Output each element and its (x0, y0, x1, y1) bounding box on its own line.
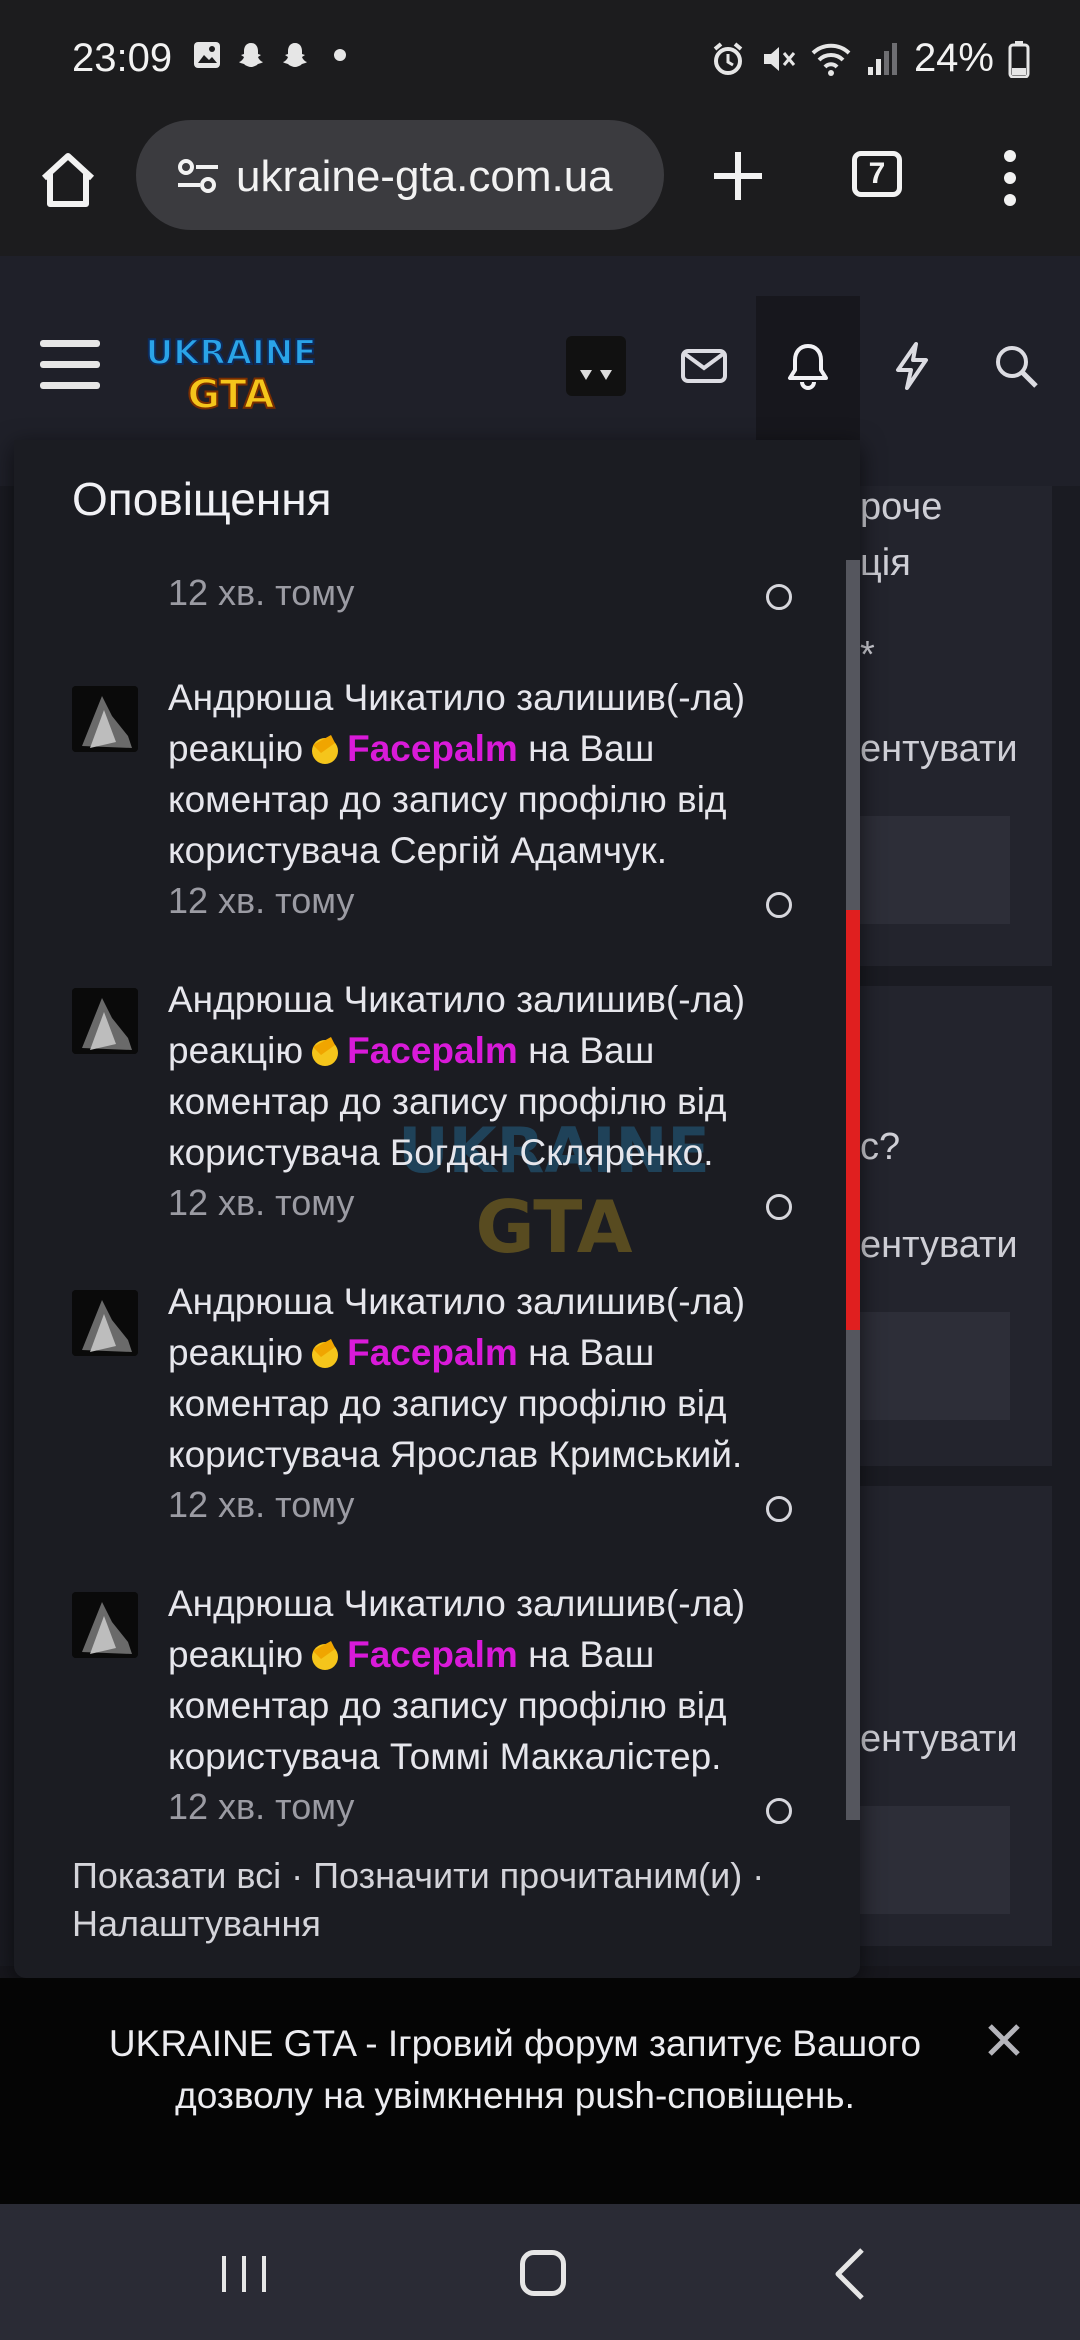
site-settings-icon[interactable] (176, 158, 220, 194)
popup-title: Оповіщення (72, 473, 332, 525)
back-icon[interactable] (830, 2246, 870, 2302)
bg-text: роче (860, 486, 943, 528)
reaction-name: Facepalm (347, 1030, 518, 1071)
user-avatar[interactable] (566, 336, 626, 396)
mute-icon (763, 46, 796, 71)
svg-text:GTA: GTA (187, 372, 274, 416)
mark-all-read-link[interactable]: Позначити прочитаним(и) (313, 1855, 742, 1896)
address-bar[interactable]: ukraine-gta.com.ua (136, 120, 664, 230)
status-icons-right: 24% (710, 36, 1030, 81)
facepalm-emoji-icon (312, 1037, 339, 1066)
reaction-name: Facepalm (347, 1332, 518, 1373)
alarm-icon (713, 41, 743, 75)
new-tab-icon[interactable] (708, 146, 768, 206)
lightning-icon[interactable] (886, 340, 938, 392)
bg-text: ентувати (860, 1718, 1018, 1760)
dot-icon (334, 49, 346, 61)
hamburger-menu-icon[interactable] (40, 340, 100, 392)
avatar-image (72, 988, 138, 1054)
mark-read-circle[interactable] (766, 892, 792, 918)
status-bar: 23:09 24% (0, 0, 1080, 118)
mail-icon[interactable] (678, 340, 730, 392)
notification-avatar[interactable] (72, 1592, 138, 1658)
push-banner-text: UKRAINE GTA - Ігровий форум запитує Вашо… (108, 2023, 922, 2116)
search-icon[interactable] (990, 340, 1042, 392)
bell-icon[interactable] (782, 340, 834, 392)
notification-item[interactable]: Андрюша Чикатило залишив(-ла) реакцію Fac… (14, 672, 860, 972)
nav-home-icon[interactable] (520, 2250, 566, 2296)
tab-switcher-button[interactable]: 7 (852, 151, 902, 197)
notification-time: 12 хв. тому (168, 880, 355, 921)
notification-text: Андрюша Чикатило залишив(-ла) реакцію Fac… (168, 1281, 746, 1475)
mark-read-circle[interactable] (766, 584, 792, 610)
more-menu-icon[interactable] (1000, 148, 1020, 208)
recent-apps-icon[interactable] (218, 2252, 270, 2296)
notification-text: Андрюша Чикатило залишив(-ла) реакцію Fac… (168, 677, 746, 871)
popup-scrollbar[interactable] (846, 560, 860, 1820)
snapchat-icon (239, 43, 263, 67)
facepalm-emoji-icon (312, 735, 339, 764)
close-icon[interactable] (986, 2022, 1022, 2058)
home-icon[interactable] (36, 148, 100, 212)
battery-percent: 24% (913, 36, 994, 80)
bg-text: ентувати (860, 728, 1018, 770)
notification-list[interactable]: 12 хв. тому Андрюша Чикатило залишив(-ла… (14, 560, 860, 1978)
avatar-icon (580, 370, 612, 380)
url-text[interactable]: ukraine-gta.com.ua (236, 152, 646, 202)
status-icons-left (192, 40, 346, 70)
bg-text: ція (860, 542, 911, 584)
avatar-image (72, 1290, 138, 1356)
status-time: 23:09 (72, 36, 173, 80)
show-all-link[interactable]: Показати всі (72, 1855, 281, 1896)
snapchat-icon (283, 43, 307, 67)
svg-text:UKRAINE: UKRAINE (146, 333, 316, 373)
scrollbar-thumb[interactable] (846, 910, 860, 1330)
reaction-name: Facepalm (347, 1634, 518, 1675)
notification-actor[interactable]: Андрюша Чикатило (168, 979, 506, 1020)
browser-toolbar: ukraine-gta.com.ua 7 (0, 118, 1080, 256)
notification-actor[interactable]: Андрюша Чикатило (168, 1583, 506, 1624)
bg-comment-input[interactable] (860, 1806, 1010, 1914)
notification-text: Андрюша Чикатило залишив(-ла) реакцію Fac… (168, 1583, 746, 1777)
reaction-name: Facepalm (347, 728, 518, 769)
notification-time: 12 хв. тому (168, 1786, 355, 1827)
notification-actor[interactable]: Андрюша Чикатило (168, 677, 506, 718)
bg-comment-input[interactable] (860, 1312, 1010, 1420)
mark-read-circle[interactable] (766, 1798, 792, 1824)
wifi-icon (811, 43, 851, 76)
notification-time: 12 хв. тому (168, 1484, 355, 1525)
push-permission-banner: UKRAINE GTA - Ігровий форум запитує Вашо… (0, 1978, 1080, 2204)
battery-icon (1008, 40, 1030, 78)
notification-text: Андрюша Чикатило залишив(-ла) реакцію Fac… (168, 979, 746, 1173)
notification-avatar[interactable] (72, 988, 138, 1054)
notification-time: 12 хв. тому (168, 1182, 355, 1223)
bg-text: * (860, 634, 875, 676)
facepalm-emoji-icon (312, 1339, 339, 1368)
notification-actor[interactable]: Андрюша Чикатило (168, 1281, 506, 1322)
signal-icon (867, 42, 897, 75)
settings-link[interactable]: Налаштування (72, 1903, 321, 1944)
avatar-image (72, 686, 138, 752)
bg-comment-input[interactable] (860, 816, 1010, 924)
mark-read-circle[interactable] (766, 1496, 792, 1522)
site-logo[interactable]: UKRAINE GTA (146, 324, 316, 416)
facepalm-emoji-icon (312, 1641, 339, 1670)
notification-avatar[interactable] (72, 1290, 138, 1356)
notification-time: 12 хв. тому (168, 572, 355, 613)
notification-item[interactable]: Андрюша Чикатило залишив(-ла) реакцію Fac… (14, 1578, 860, 1878)
bg-text: ентувати (860, 1224, 1018, 1266)
gallery-icon (194, 42, 220, 68)
avatar-image (72, 1592, 138, 1658)
notifications-popup: Оповіщення UKRAINE GTA 12 хв. тому Андрю… (14, 440, 860, 1978)
notification-avatar[interactable] (72, 686, 138, 752)
mark-read-circle[interactable] (766, 1194, 792, 1220)
bg-text: с? (860, 1126, 901, 1168)
notification-item[interactable]: Андрюша Чикатило залишив(-ла) реакцію Fac… (14, 1276, 860, 1576)
system-nav-bar (0, 2204, 1080, 2340)
popup-footer: Показати всі · Позначити прочитаним(и) ·… (72, 1855, 765, 1944)
notification-item[interactable]: Андрюша Чикатило залишив(-ла) реакцію Fac… (14, 974, 860, 1274)
